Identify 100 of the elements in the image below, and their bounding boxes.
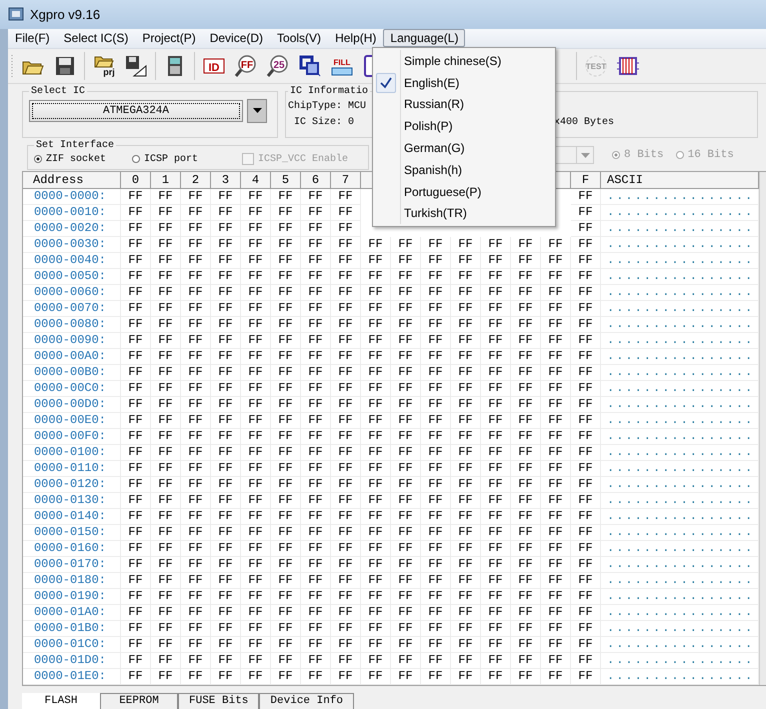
- table-cell: FF: [211, 284, 241, 301]
- menu-option[interactable]: Russian(R): [404, 97, 464, 112]
- table-cell: FF: [541, 236, 571, 253]
- menu-item[interactable]: Select IC(S): [56, 29, 136, 48]
- table-cell: FF: [271, 476, 301, 493]
- table-cell: FF: [421, 444, 451, 461]
- table-cell: FF: [511, 284, 541, 301]
- table-cell: FF: [211, 540, 241, 557]
- menu-item[interactable]: Language(L): [383, 29, 466, 48]
- table-cell: FF: [301, 620, 331, 637]
- table-cell: FF: [271, 460, 301, 477]
- table-cell: FF: [301, 572, 331, 589]
- table-cell: FF: [331, 332, 361, 349]
- table-cell: FF: [301, 268, 331, 285]
- table-cell: FF: [331, 540, 361, 557]
- table-cell: FF: [271, 428, 301, 445]
- table-cell: FF: [421, 588, 451, 605]
- toolbar-button[interactable]: prj: [91, 52, 117, 79]
- table-cell: FF: [361, 476, 391, 493]
- table-cell: FF: [421, 508, 451, 525]
- table-cell: FF: [181, 540, 211, 557]
- address-cell: 0000-0180:: [23, 572, 121, 589]
- table-cell: FF: [511, 540, 541, 557]
- table-cell: FF: [391, 348, 421, 365]
- table-cell: FF: [361, 316, 391, 333]
- menu-option[interactable]: Simple chinese(S): [404, 54, 502, 68]
- table-cell: FF: [271, 524, 301, 541]
- table-cell: FF: [211, 636, 241, 653]
- table-cell: FF: [391, 268, 421, 285]
- table-cell: FF: [361, 364, 391, 381]
- table-cell: FF: [151, 444, 181, 461]
- menu-item[interactable]: Tools(V): [270, 29, 328, 48]
- column-header: F: [571, 172, 601, 188]
- table-cell: FF: [121, 204, 151, 221]
- radio-option[interactable]: ICSP port: [132, 154, 198, 165]
- menu-option[interactable]: Spanish(h): [404, 162, 462, 177]
- menu-item[interactable]: File(F): [8, 29, 57, 48]
- table-cell: FF: [241, 348, 271, 365]
- table-cell: FF: [361, 252, 391, 269]
- ascii-cell: ................: [601, 252, 759, 269]
- table-cell: FF: [211, 316, 241, 333]
- address-cell: 0000-0020:: [23, 220, 121, 237]
- radio-option[interactable]: ZIF socket: [34, 154, 106, 165]
- menu-item[interactable]: Device(D): [202, 29, 270, 48]
- table-cell: FF: [511, 316, 541, 333]
- table-cell: FF: [391, 556, 421, 573]
- table-cell: FF: [571, 220, 601, 237]
- tab[interactable]: FLASH: [22, 693, 100, 709]
- table-cell: FF: [181, 524, 211, 541]
- table-cell: FF: [511, 556, 541, 573]
- menu-item[interactable]: Project(P): [135, 29, 203, 48]
- table-cell: FF: [331, 572, 361, 589]
- table-cell: FF: [421, 668, 451, 685]
- menu-option[interactable]: German(G): [404, 141, 465, 156]
- table-cell: FF: [481, 428, 511, 445]
- menu-option[interactable]: Portuguese(P): [404, 184, 482, 199]
- menu-item[interactable]: Help(H): [328, 29, 384, 48]
- table-cell: FF: [121, 652, 151, 669]
- table-cell: FF: [481, 252, 511, 269]
- table-cell: FF: [361, 300, 391, 317]
- table-cell: FF: [541, 636, 571, 653]
- table-cell: FF: [451, 460, 481, 477]
- menu-option[interactable]: Polish(P): [404, 119, 453, 134]
- table-cell: FF: [301, 604, 331, 621]
- table-cell: FF: [151, 476, 181, 493]
- menu-option[interactable]: English(E): [404, 76, 460, 90]
- table-cell: FF: [451, 604, 481, 621]
- table-cell: FF: [391, 412, 421, 429]
- chip-select-field[interactable]: ATMEGA324A: [29, 100, 243, 122]
- tab[interactable]: Device Info: [259, 693, 354, 709]
- table-cell: FF: [241, 412, 271, 429]
- toolbar-button[interactable]: ID: [201, 52, 227, 79]
- table-cell: FF: [451, 332, 481, 349]
- table-cell: FF: [331, 380, 361, 397]
- tab[interactable]: EEPROM: [100, 693, 178, 709]
- address-cell: 0000-0100:: [23, 444, 121, 461]
- table-cell: FF: [361, 380, 391, 397]
- table-cell: FF: [301, 284, 331, 301]
- table-cell: FF: [211, 412, 241, 429]
- table-cell: FF: [181, 396, 211, 413]
- column-header: 3: [211, 172, 241, 188]
- table-cell: FF: [211, 268, 241, 285]
- table-cell: FF: [571, 380, 601, 397]
- table-cell: FF: [211, 332, 241, 349]
- table-cell: FF: [331, 476, 361, 493]
- info-value: MCU: [348, 101, 366, 112]
- table-cell: FF: [241, 652, 271, 669]
- table-cell: FF: [541, 332, 571, 349]
- toolbar-button[interactable]: 25: [265, 52, 291, 79]
- table-cell: FF: [481, 268, 511, 285]
- tab[interactable]: FUSE Bits: [178, 693, 260, 709]
- table-cell: FF: [331, 252, 361, 269]
- toolbar-button[interactable]: FILL: [329, 52, 355, 79]
- table-cell: FF: [451, 252, 481, 269]
- table-cell: FF: [121, 188, 151, 205]
- table-cell: FF: [391, 604, 421, 621]
- toolbar-button[interactable]: FF: [233, 52, 259, 79]
- menu-option[interactable]: Turkish(TR): [404, 206, 467, 220]
- table-cell: FF: [211, 652, 241, 669]
- table-cell: FF: [541, 252, 571, 269]
